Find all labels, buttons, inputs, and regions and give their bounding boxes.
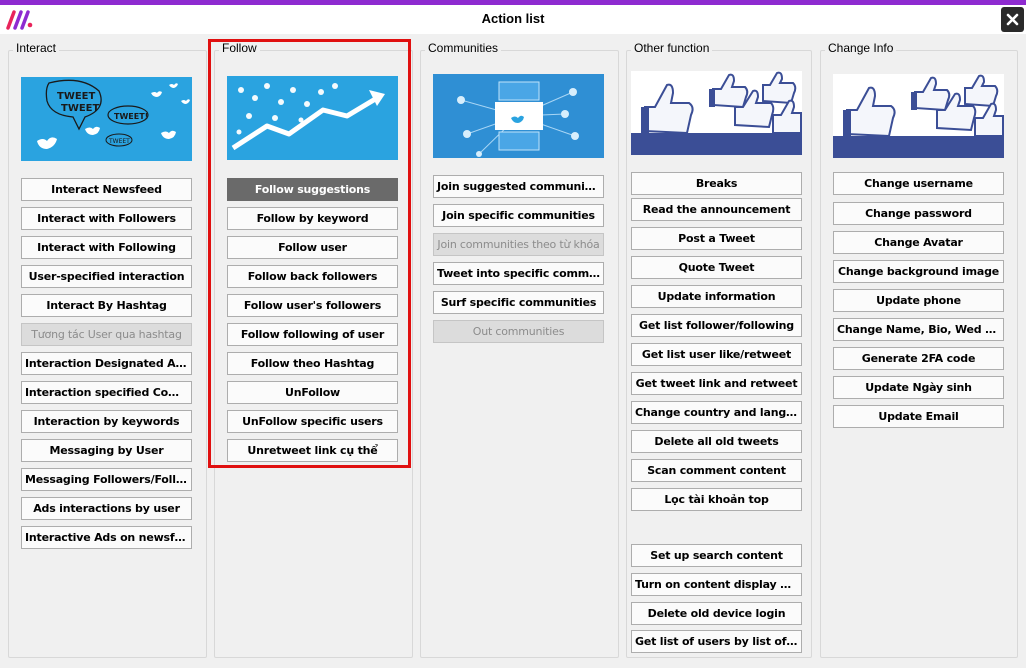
btn-unfollow[interactable]: UnFollow: [227, 381, 398, 404]
btn-change-password[interactable]: Change password: [833, 202, 1004, 225]
btn-update-birthday[interactable]: Update Ngày sinh: [833, 376, 1004, 399]
btn-change-background-image[interactable]: Change background image: [833, 260, 1004, 283]
btn-out-communities: Out communities: [433, 320, 604, 343]
btn-interactive-ads-newsfeed[interactable]: Interactive Ads on newsfeed: [21, 526, 192, 549]
btn-tweet-into-communities[interactable]: Tweet into specific communiti...: [433, 262, 604, 285]
btn-change-country-language[interactable]: Change country and language: [631, 401, 802, 424]
btn-get-tweet-link[interactable]: Get tweet link and retweet: [631, 372, 802, 395]
btn-set-up-search-content[interactable]: Set up search content: [631, 544, 802, 567]
btn-update-information[interactable]: Update information: [631, 285, 802, 308]
close-icon: [1006, 13, 1019, 26]
btn-follow-hashtag[interactable]: Follow theo Hashtag: [227, 352, 398, 375]
btn-delete-old-tweets[interactable]: Delete all old tweets: [631, 430, 802, 453]
btn-unfollow-specific-users[interactable]: UnFollow specific users: [227, 410, 398, 433]
group-title-communities: Communities: [425, 41, 502, 55]
svg-text:TWEET: TWEET: [57, 91, 96, 102]
btn-get-list-user-like[interactable]: Get list user like/retweet: [631, 343, 802, 366]
btn-content-display-18[interactable]: Turn on content display 18+: [631, 573, 802, 596]
svg-text:TWEET: TWEET: [108, 138, 130, 145]
banner-communities-image: [433, 74, 604, 158]
btn-interact-user-hashtag: Tương tác User qua hashtag: [21, 323, 192, 346]
btn-interact-following[interactable]: Interact with Following: [21, 236, 192, 259]
banner-likes-image: [631, 71, 802, 155]
btn-quote-tweet[interactable]: Quote Tweet: [631, 256, 802, 279]
btn-messaging-followers[interactable]: Messaging Followers/Followi...: [21, 468, 192, 491]
btn-messaging-by-user[interactable]: Messaging by User: [21, 439, 192, 462]
btn-interaction-designated-articles[interactable]: Interaction Designated Articles: [21, 352, 192, 375]
btn-get-list-follower[interactable]: Get list follower/following: [631, 314, 802, 337]
btn-post-tweet[interactable]: Post a Tweet: [631, 227, 802, 250]
window-title: Action list: [481, 11, 545, 26]
btn-change-avatar[interactable]: Change Avatar: [833, 231, 1004, 254]
btn-change-name-bio[interactable]: Change Name, Bio, Wed and ...: [833, 318, 1004, 341]
btn-delete-old-device-login[interactable]: Delete old device login: [631, 602, 802, 625]
btn-join-communities-keyword: Join communities theo từ khóa: [433, 233, 604, 256]
btn-update-phone[interactable]: Update phone: [833, 289, 1004, 312]
btn-update-email[interactable]: Update Email: [833, 405, 1004, 428]
btn-follow-suggestions[interactable]: Follow suggestions: [227, 178, 398, 201]
banner-tweet-image: TWEET TWEET TWEET! TWEET: [21, 77, 192, 161]
btn-read-announcement[interactable]: Read the announcement: [631, 198, 802, 221]
btn-surf-specific-communities[interactable]: Surf specific communities: [433, 291, 604, 314]
btn-follow-by-keyword[interactable]: Follow by keyword: [227, 207, 398, 230]
banner-growth-image: [227, 76, 398, 160]
btn-change-username[interactable]: Change username: [833, 172, 1004, 195]
group-communities: Communities: [420, 41, 619, 658]
group-title-follow: Follow: [219, 41, 260, 55]
btn-generate-2fa[interactable]: Generate 2FA code: [833, 347, 1004, 370]
btn-user-specified-interaction[interactable]: User-specified interaction: [21, 265, 192, 288]
btn-follow-back-followers[interactable]: Follow back followers: [227, 265, 398, 288]
btn-follow-following-of-user[interactable]: Follow following of user: [227, 323, 398, 346]
btn-breaks[interactable]: Breaks: [631, 172, 802, 195]
btn-interaction-keywords[interactable]: Interaction by keywords: [21, 410, 192, 433]
btn-filter-top-accounts[interactable]: Lọc tài khoản top: [631, 488, 802, 511]
group-title-change: Change Info: [825, 41, 897, 55]
banner-likes-image-2: [833, 74, 1004, 158]
close-button[interactable]: [1001, 7, 1024, 32]
btn-follow-user[interactable]: Follow user: [227, 236, 398, 259]
title-bar: Action list: [0, 5, 1026, 34]
btn-interaction-specified-comment[interactable]: Interaction specified Comment: [21, 381, 192, 404]
btn-join-suggested-communities[interactable]: Join suggested communities: [433, 175, 604, 198]
btn-follow-users-followers[interactable]: Follow user's followers: [227, 294, 398, 317]
btn-get-users-by-names[interactable]: Get list of users by list of nam...: [631, 630, 802, 653]
btn-ads-interactions-user[interactable]: Ads interactions by user: [21, 497, 192, 520]
btn-interact-newsfeed[interactable]: Interact Newsfeed: [21, 178, 192, 201]
btn-scan-comment-content[interactable]: Scan comment content: [631, 459, 802, 482]
btn-unretweet-link[interactable]: Unretweet link cụ thể: [227, 439, 398, 462]
btn-interact-hashtag[interactable]: Interact By Hashtag: [21, 294, 192, 317]
btn-interact-followers[interactable]: Interact with Followers: [21, 207, 192, 230]
svg-text:TWEET!: TWEET!: [114, 112, 148, 121]
btn-join-specific-communities[interactable]: Join specific communities: [433, 204, 604, 227]
svg-text:TWEET: TWEET: [61, 103, 100, 114]
group-title-interact: Interact: [13, 41, 60, 55]
group-title-other: Other function: [631, 41, 713, 55]
